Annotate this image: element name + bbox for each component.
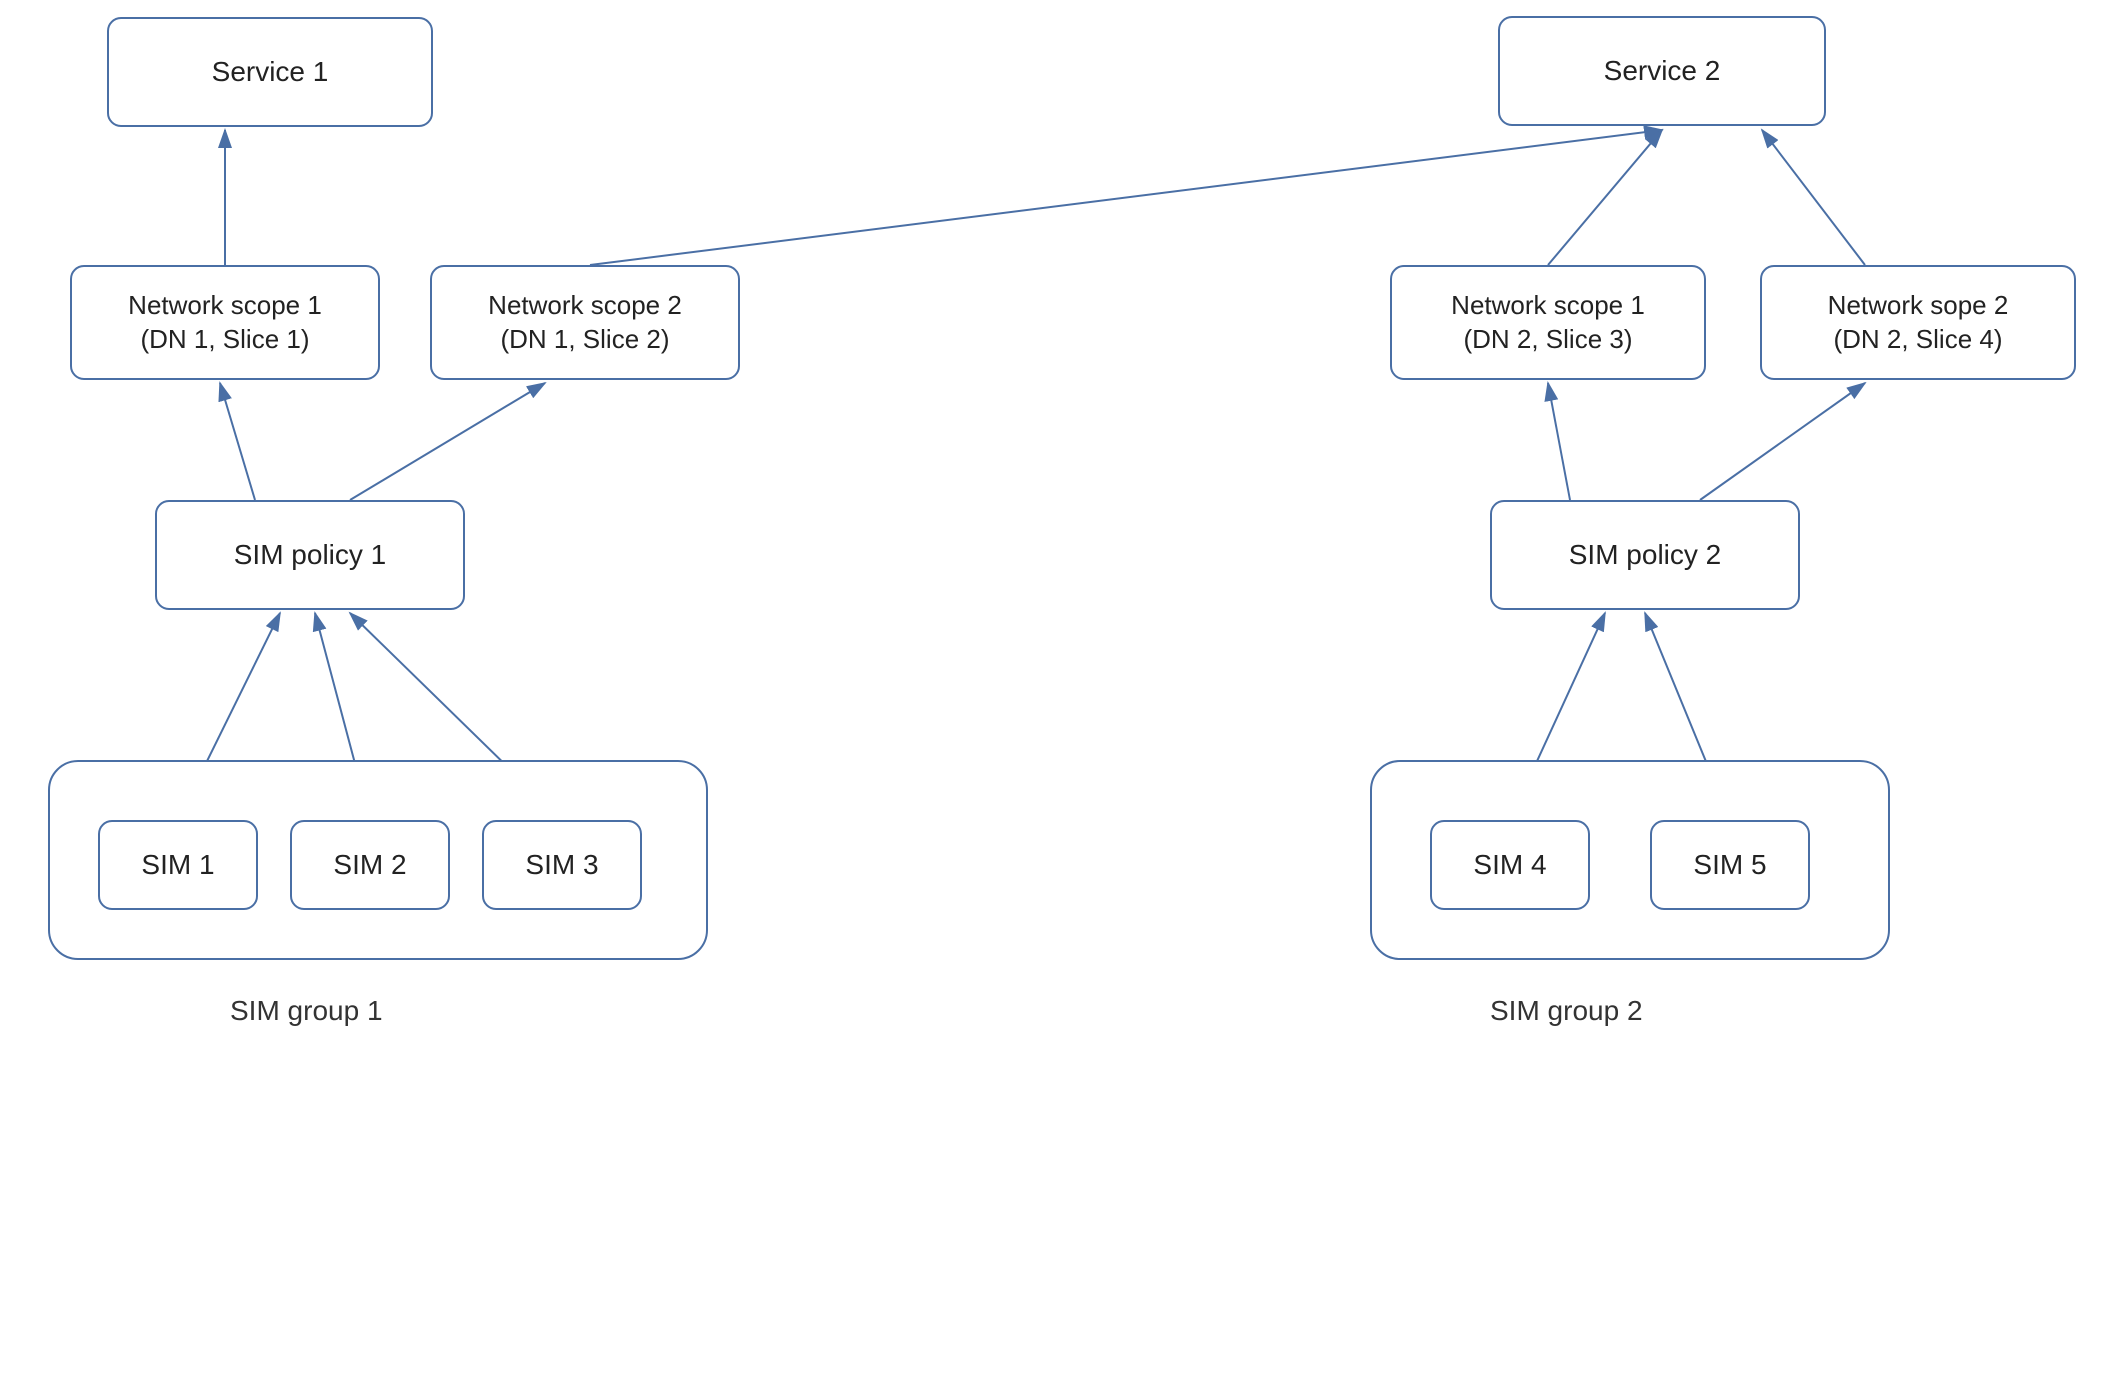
service2-label: Service 2 (1604, 53, 1721, 89)
sim3-label: SIM 3 (525, 847, 598, 883)
netscope1-right-label: Network scope 1(DN 2, Slice 3) (1451, 289, 1645, 357)
netscope2-right-label: Network sope 2(DN 2, Slice 4) (1828, 289, 2009, 357)
sim4-node: SIM 4 (1430, 820, 1590, 910)
sim2-label: SIM 2 (333, 847, 406, 883)
sim1-label: SIM 1 (141, 847, 214, 883)
simpolicy2-label: SIM policy 2 (1569, 537, 1722, 573)
simgroup1-label: SIM group 1 (230, 995, 383, 1027)
service1-node: Service 1 (107, 17, 433, 127)
sim2-node: SIM 2 (290, 820, 450, 910)
sim1-node: SIM 1 (98, 820, 258, 910)
sim3-node: SIM 3 (482, 820, 642, 910)
sim4-label: SIM 4 (1473, 847, 1546, 883)
sim5-label: SIM 5 (1693, 847, 1766, 883)
arrows-svg (0, 0, 2103, 1384)
netscope1-right-node: Network scope 1(DN 2, Slice 3) (1390, 265, 1706, 380)
netscope1-left-label: Network scope 1(DN 1, Slice 1) (128, 289, 322, 357)
service2-node: Service 2 (1498, 16, 1826, 126)
simpolicy2-node: SIM policy 2 (1490, 500, 1800, 610)
netscope2-left-node: Network scope 2(DN 1, Slice 2) (430, 265, 740, 380)
simpolicy1-label: SIM policy 1 (234, 537, 387, 573)
netscope1-left-node: Network scope 1(DN 1, Slice 1) (70, 265, 380, 380)
sim5-node: SIM 5 (1650, 820, 1810, 910)
simgroup2-label: SIM group 2 (1490, 995, 1643, 1027)
service1-label: Service 1 (212, 54, 329, 90)
netscope2-right-node: Network sope 2(DN 2, Slice 4) (1760, 265, 2076, 380)
netscope2-left-label: Network scope 2(DN 1, Slice 2) (488, 289, 682, 357)
diagram-container: Service 1 Service 2 Network scope 1(DN 1… (0, 0, 2103, 1384)
simpolicy1-node: SIM policy 1 (155, 500, 465, 610)
